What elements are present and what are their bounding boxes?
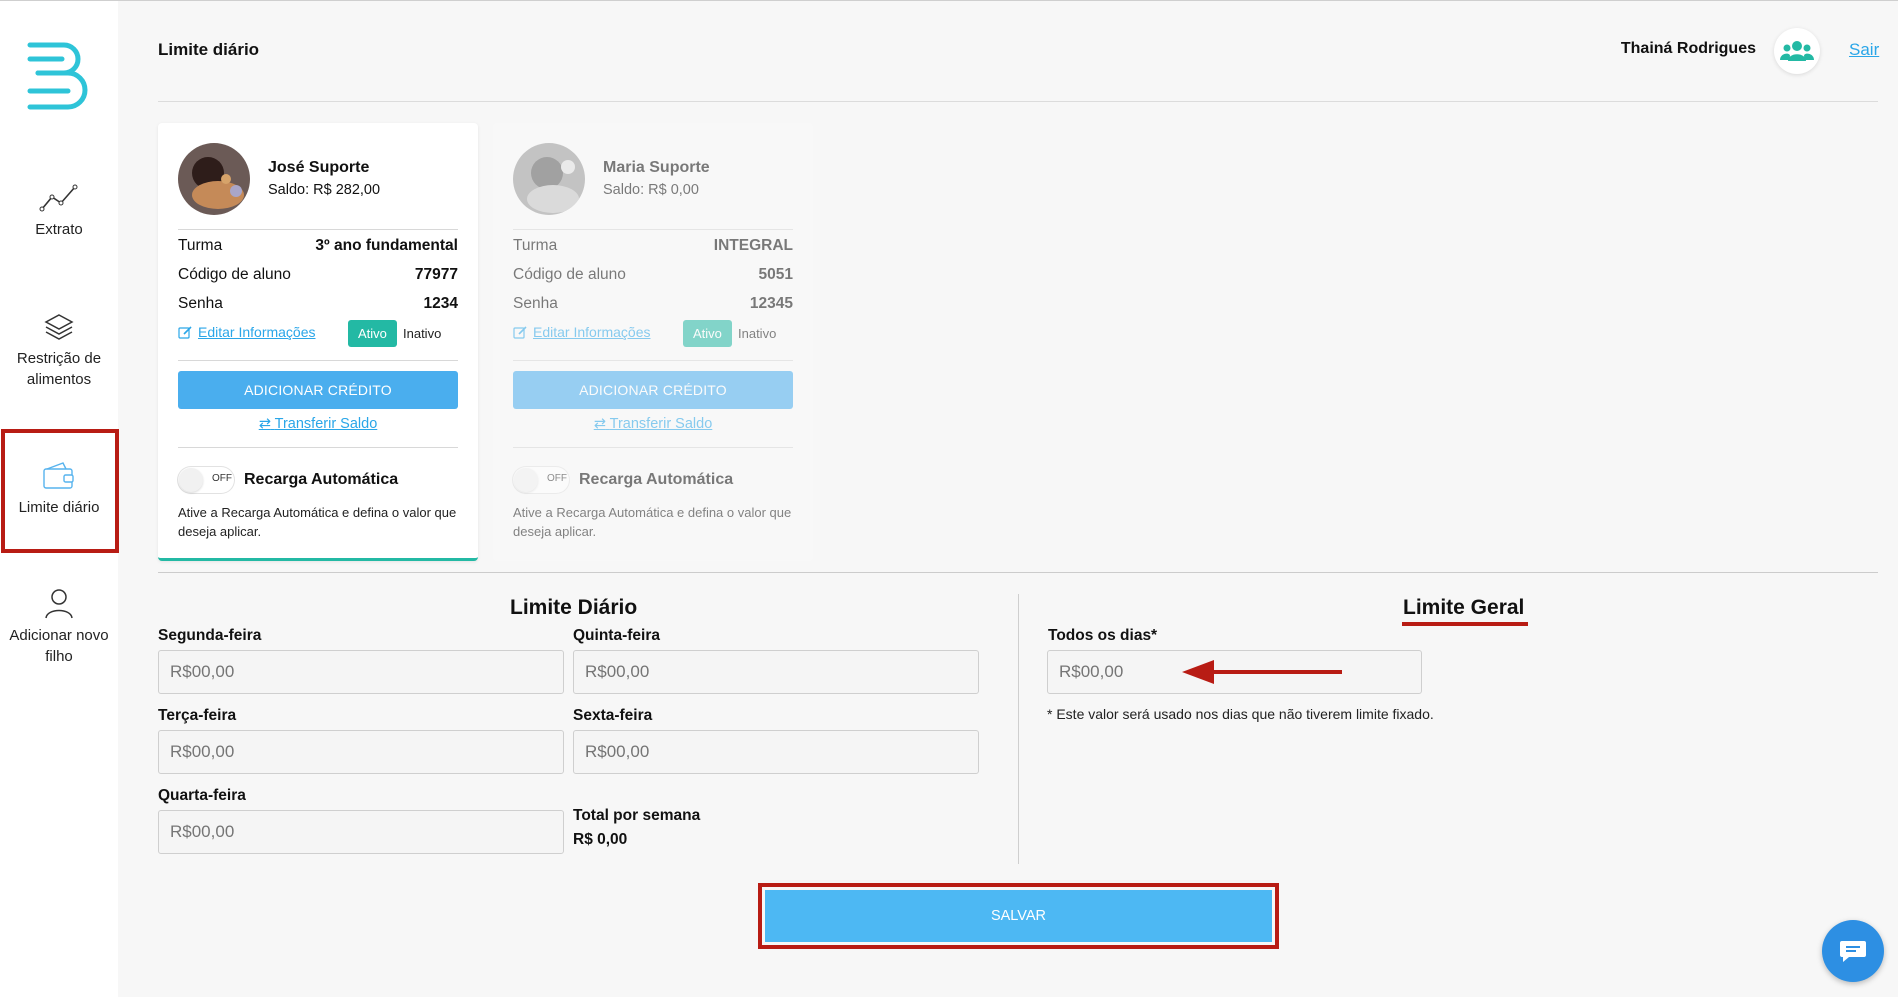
chat-button[interactable] <box>1822 920 1884 982</box>
auto-recharge-toggle[interactable]: OFF <box>513 467 569 493</box>
edit-info-link[interactable]: Editar Informações <box>178 324 316 340</box>
turma-row: Turma 3º ano fundamental <box>178 237 458 255</box>
users-group-icon <box>1780 41 1814 61</box>
daily-limit-title: Limite Diário <box>510 596 638 619</box>
weekly-total-label: Total por semana <box>573 807 701 824</box>
auto-recharge-toggle[interactable]: OFF <box>178 467 234 493</box>
column-divider <box>1018 594 1019 864</box>
turma-value: 3º ano fundamental <box>315 237 458 254</box>
sidebar-item-restricao[interactable]: Restrição de alimentos <box>0 312 118 390</box>
sidebar-highlight-annotation <box>1 429 119 553</box>
general-limit-note: * Este valor será usado nos dias que não… <box>1047 706 1434 722</box>
wednesday-label: Quarta-feira <box>158 787 246 804</box>
page-title: Limite diário <box>158 40 260 59</box>
codigo-row: Código de aluno 77977 <box>178 266 458 284</box>
auto-recharge-title: Recarga Automática <box>244 471 399 488</box>
family-avatar-button[interactable] <box>1774 28 1820 74</box>
app-logo <box>27 42 88 110</box>
section-divider <box>158 572 1878 573</box>
student-balance: Saldo: R$ 282,00 <box>268 182 381 198</box>
senha-row: Senha 12345 <box>513 295 793 313</box>
turma-value: INTEGRAL <box>713 237 793 254</box>
status-inactive-toggle[interactable]: Inativo <box>738 320 776 347</box>
auto-recharge-description: Ative a Recarga Automática e defina o va… <box>513 505 792 539</box>
transfer-balance-link[interactable]: ⇄ Transferir Saldo <box>493 416 813 432</box>
transfer-icon: ⇄ <box>258 416 271 432</box>
status-inactive-toggle[interactable]: Inativo <box>403 320 441 347</box>
codigo-label: Código de aluno <box>178 266 291 283</box>
add-credit-button[interactable]: ADICIONAR CRÉDITO <box>178 371 458 409</box>
line-chart-icon <box>39 184 78 212</box>
transfer-balance-label: Transferir Saldo <box>609 416 713 432</box>
user-name: Thainá Rodrigues <box>1620 40 1756 57</box>
codigo-value: 5051 <box>758 266 793 283</box>
turma-label: Turma <box>513 237 558 254</box>
auto-recharge-description: Ative a Recarga Automática e defina o va… <box>178 505 457 539</box>
student-name: José Suporte <box>268 159 370 176</box>
status-active-toggle[interactable]: Ativo <box>348 320 397 347</box>
status-active-toggle[interactable]: Ativo <box>683 320 732 347</box>
edit-icon <box>513 325 527 339</box>
thursday-label: Quinta-feira <box>573 627 660 644</box>
user-icon <box>45 589 73 619</box>
chat-icon <box>1840 941 1866 962</box>
senha-row: Senha 1234 <box>178 295 458 313</box>
transfer-icon: ⇄ <box>593 416 606 432</box>
add-credit-button[interactable]: ADICIONAR CRÉDITO <box>513 371 793 409</box>
friday-label: Sexta-feira <box>573 707 653 724</box>
thursday-input[interactable] <box>573 650 979 694</box>
wednesday-input[interactable] <box>158 810 564 854</box>
codigo-row: Código de aluno 5051 <box>513 266 793 284</box>
senha-value: 12345 <box>749 295 793 312</box>
tuesday-label: Terça-feira <box>158 707 237 724</box>
student-card[interactable]: Maria Suporte Saldo: R$ 0,00 Turma INTEG… <box>493 123 813 561</box>
sidebar-item-label: Adicionar novo filho <box>9 627 109 665</box>
student-card[interactable]: José Suporte Saldo: R$ 282,00 Turma 3º a… <box>158 123 478 561</box>
edit-info-label: Editar Informações <box>533 324 651 340</box>
edit-info-link[interactable]: Editar Informações <box>513 324 651 340</box>
sidebar: Extrato Restrição de alimentos Limite di… <box>0 1 119 997</box>
auto-recharge-title: Recarga Automática <box>579 471 734 488</box>
monday-label: Segunda-feira <box>158 627 262 644</box>
edit-info-label: Editar Informações <box>198 324 316 340</box>
sidebar-item-adicionar-filho[interactable]: Adicionar novo filho <box>0 587 118 667</box>
sidebar-item-label: Extrato <box>35 221 83 238</box>
layers-icon <box>44 314 74 340</box>
monday-input[interactable] <box>158 650 564 694</box>
save-button[interactable]: SALVAR <box>765 890 1272 942</box>
logout-link[interactable]: Sair <box>1849 40 1879 60</box>
turma-row: Turma INTEGRAL <box>513 237 793 255</box>
student-name: Maria Suporte <box>603 159 710 176</box>
senha-label: Senha <box>513 295 558 312</box>
student-avatar <box>178 143 250 215</box>
weekly-total-value: R$ 0,00 <box>573 831 628 848</box>
toggle-state-label: OFF <box>547 473 567 484</box>
transfer-balance-label: Transferir Saldo <box>274 416 378 432</box>
transfer-balance-link[interactable]: ⇄ Transferir Saldo <box>158 416 478 432</box>
student-balance: Saldo: R$ 0,00 <box>603 182 699 198</box>
codigo-label: Código de aluno <box>513 266 626 283</box>
sidebar-item-extrato[interactable]: Extrato <box>0 183 118 240</box>
student-avatar <box>513 143 585 215</box>
senha-value: 1234 <box>423 295 458 312</box>
all-days-label: Todos os dias* <box>1048 627 1158 644</box>
senha-label: Senha <box>178 295 223 312</box>
arrow-annotation-icon <box>1182 660 1342 684</box>
edit-icon <box>178 325 192 339</box>
codigo-value: 77977 <box>414 266 458 283</box>
general-limit-title: Limite Geral <box>1403 596 1525 619</box>
sidebar-item-label: Restrição de alimentos <box>16 350 102 388</box>
friday-input[interactable] <box>573 730 979 774</box>
header-divider <box>158 101 1878 102</box>
title-underline-annotation <box>1402 622 1528 626</box>
toggle-state-label: OFF <box>212 473 232 484</box>
tuesday-input[interactable] <box>158 730 564 774</box>
turma-label: Turma <box>178 237 223 254</box>
